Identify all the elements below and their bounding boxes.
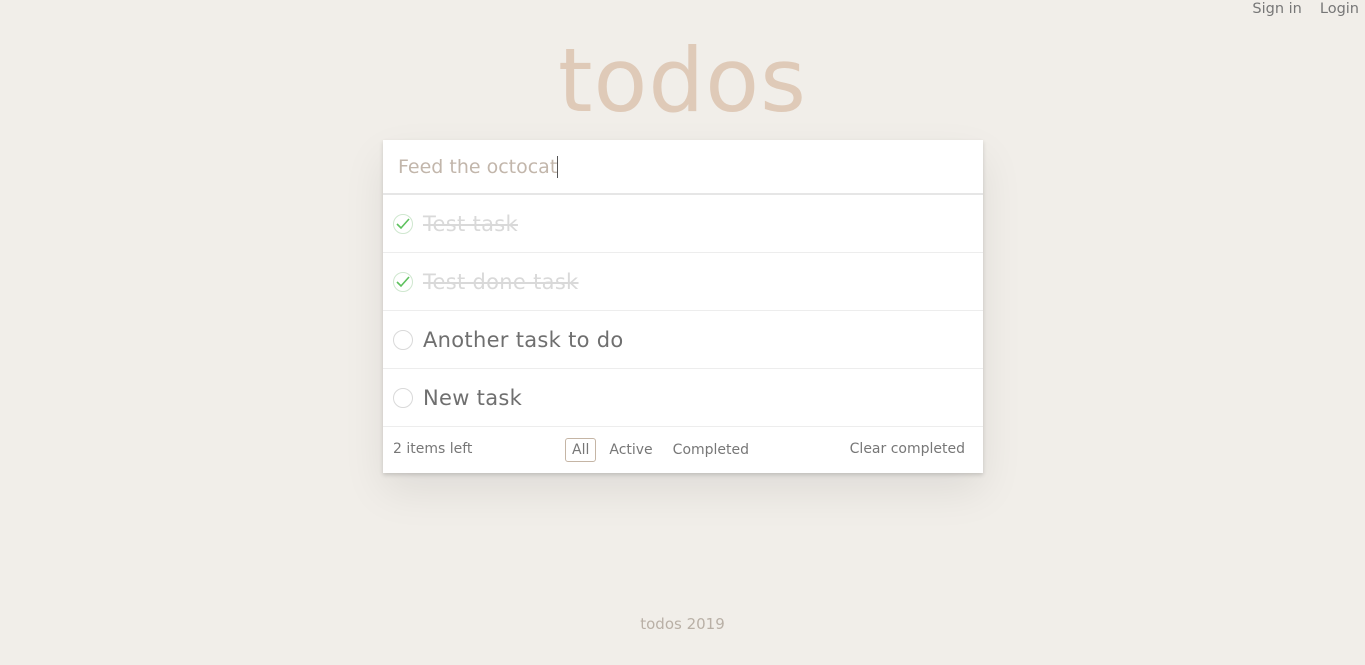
todo-list: Test task Test done task Another task to… [383, 195, 983, 427]
text-cursor [557, 155, 559, 178]
todo-item: Test done task [383, 253, 983, 311]
check-toggle-icon[interactable] [393, 271, 413, 292]
clear-completed-button[interactable]: Clear completed [850, 441, 965, 457]
new-todo-input[interactable]: Feed the octocat [383, 140, 983, 195]
todo-item: Test task [383, 195, 983, 253]
login-link[interactable]: Login [1320, 1, 1359, 17]
filter-group: All Active Completed [565, 438, 756, 462]
todo-label[interactable]: Test done task [423, 270, 579, 294]
todo-label[interactable]: Test task [423, 212, 518, 236]
todo-footer: 2 items left All Active Completed Clear … [383, 427, 983, 473]
footer-credit: todos 2019 [640, 615, 725, 633]
sign-in-link[interactable]: Sign in [1252, 1, 1301, 17]
todo-label[interactable]: New task [423, 386, 522, 410]
circle-toggle-icon[interactable] [393, 387, 413, 408]
app-title: todos [558, 29, 807, 132]
filter-completed[interactable]: Completed [666, 438, 756, 462]
todo-app: Feed the octocat Test task Test done tas… [383, 140, 983, 473]
filter-all[interactable]: All [565, 438, 597, 462]
top-nav: Sign in Login [1252, 1, 1359, 17]
filter-active[interactable]: Active [602, 438, 659, 462]
todo-item: Another task to do [383, 311, 983, 369]
todo-item: New task [383, 369, 983, 427]
todo-label[interactable]: Another task to do [423, 328, 624, 352]
items-left-count: 2 items left [393, 441, 473, 457]
new-todo-value: Feed the octocat [398, 155, 558, 178]
check-toggle-icon[interactable] [393, 213, 413, 234]
circle-toggle-icon[interactable] [393, 329, 413, 350]
